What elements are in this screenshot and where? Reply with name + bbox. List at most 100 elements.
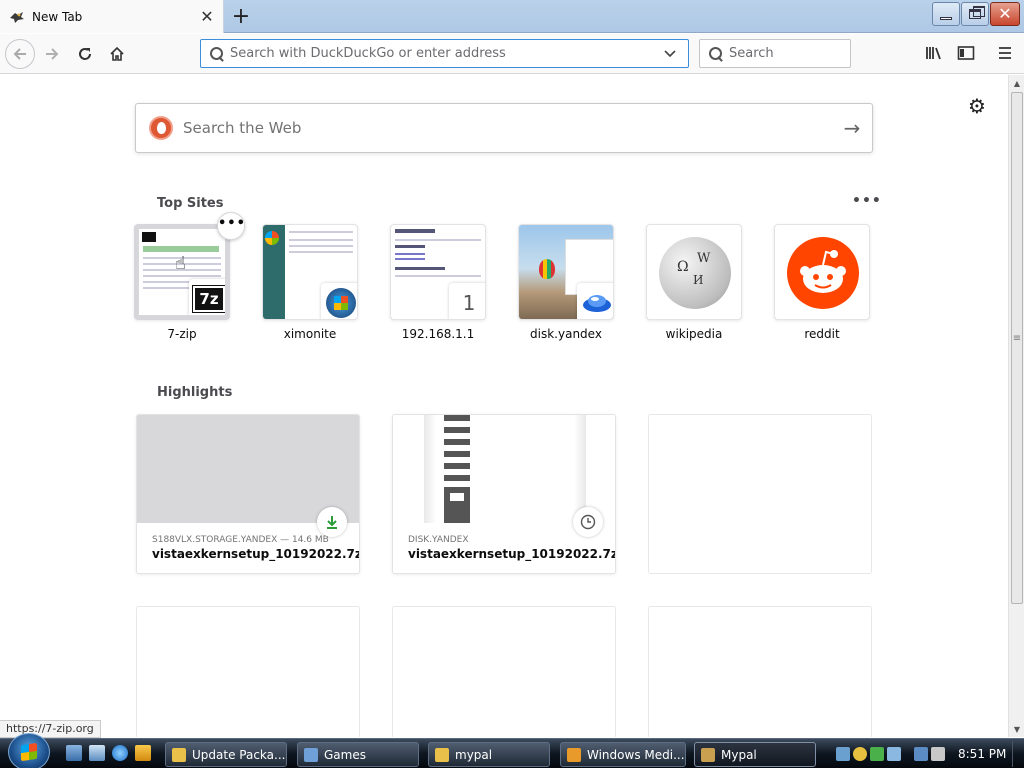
duckduckgo-logo-icon: [149, 116, 173, 140]
top-site-reddit[interactable]: reddit: [768, 224, 876, 348]
site-thumbnail: [774, 224, 870, 320]
restore-button[interactable]: [961, 2, 989, 26]
show-desktop-button[interactable]: [1012, 741, 1022, 767]
clock-icon: [573, 507, 603, 537]
taskbar-button-update-packages[interactable]: Update Packa...: [165, 742, 287, 767]
mypal-favicon-icon: [9, 9, 25, 25]
media-player-icon[interactable]: [135, 745, 151, 761]
start-button[interactable]: [8, 733, 50, 768]
url-input[interactable]: [230, 46, 658, 61]
system-tray: [836, 739, 945, 768]
site-label: ximonite: [283, 327, 337, 341]
restore-icon: [969, 6, 985, 19]
show-desktop-icon[interactable]: [66, 745, 82, 761]
taskbar-button-games[interactable]: Games: [297, 742, 419, 767]
site-thumbnail: 7z ☝: [134, 224, 230, 320]
hand-cursor-icon: ☝: [175, 253, 186, 274]
site-label: disk.yandex: [530, 327, 602, 341]
top-site-wikipedia[interactable]: Ω W И wikipedia: [640, 224, 748, 348]
site-label: reddit: [804, 327, 840, 341]
close-icon: ✕: [998, 4, 1012, 23]
library-icon[interactable]: [923, 42, 945, 64]
chevron-down-icon[interactable]: [658, 49, 682, 58]
back-button[interactable]: [5, 39, 35, 69]
taskbar-clock[interactable]: 8:51 PM: [958, 739, 1006, 768]
site-context-menu-button[interactable]: •••: [217, 212, 245, 240]
new-tab-button[interactable]: +: [229, 4, 253, 29]
minimize-button[interactable]: [932, 2, 960, 26]
sidebar-icon[interactable]: [955, 42, 977, 64]
highlight-card[interactable]: S188VLX.STORAGE.YANDEX — 14.6 MB vistaex…: [136, 414, 360, 574]
new-tab-page: ⚙ → Top Sites ••• 7z ☝ 7-zip •••: [0, 75, 1008, 737]
close-tab-icon[interactable]: ✕: [195, 5, 219, 29]
taskbar-button-mypal-folder[interactable]: mypal: [428, 742, 550, 767]
top-site-ximonite[interactable]: ximonite: [256, 224, 364, 348]
window-controls: ✕: [932, 2, 1020, 26]
app-tray-icon[interactable]: [887, 747, 901, 761]
games-icon: [304, 747, 318, 762]
highlight-placeholder: [136, 606, 360, 737]
site-thumbnail: 1: [390, 224, 486, 320]
internet-explorer-icon[interactable]: [112, 745, 128, 761]
top-site-disk-yandex[interactable]: disk.yandex: [512, 224, 620, 348]
taskbar: Update Packa... Games mypal Windows Medi…: [0, 733, 1024, 768]
wikipedia-globe-icon: Ω W И: [659, 237, 731, 309]
forward-button[interactable]: [37, 39, 67, 69]
scroll-up-arrow-icon[interactable]: ▲: [1009, 75, 1024, 91]
tab-strip: New Tab ✕ + ✕: [0, 0, 1024, 33]
search-input[interactable]: [729, 46, 839, 61]
network-tray-icon[interactable]: [836, 747, 850, 761]
update-tray-icon[interactable]: [870, 747, 884, 761]
search-icon: [709, 46, 723, 61]
site-thumbnail: [262, 224, 358, 320]
taskbar-button-mypal[interactable]: Mypal: [694, 742, 816, 767]
reload-button[interactable]: [70, 39, 100, 69]
site-label: 7-zip: [167, 327, 197, 341]
url-bar[interactable]: [200, 39, 689, 68]
highlight-placeholder: [648, 606, 872, 737]
search-icon: [210, 46, 224, 61]
web-search-box[interactable]: →: [135, 103, 873, 153]
arrow-right-icon: [46, 48, 59, 60]
site-label: wikipedia: [665, 327, 723, 341]
search-bar[interactable]: [699, 39, 851, 68]
switch-windows-icon[interactable]: [89, 745, 105, 761]
scroll-thumb[interactable]: [1011, 92, 1023, 604]
7zip-logo-icon: 7z: [189, 279, 225, 315]
navigation-toolbar: [0, 34, 1024, 74]
top-site-192-168-1-1[interactable]: 1 192.168.1.1: [384, 224, 492, 348]
download-icon: [317, 507, 347, 537]
balloon-icon: [539, 259, 555, 279]
monitor-network-icon[interactable]: [914, 747, 928, 761]
scroll-down-arrow-icon[interactable]: ▼: [1009, 721, 1024, 737]
close-window-button[interactable]: ✕: [990, 2, 1020, 26]
site-thumbnail: Ω W И: [646, 224, 742, 320]
gear-icon[interactable]: ⚙: [966, 95, 988, 117]
tab-new-tab[interactable]: New Tab ✕: [0, 0, 224, 33]
security-shield-icon[interactable]: [853, 747, 867, 761]
reddit-logo-icon: [787, 237, 859, 309]
folder-icon: [435, 747, 449, 762]
top-sites-title: Top Sites: [157, 196, 224, 211]
highlights-title: Highlights: [157, 385, 233, 400]
highlight-card[interactable]: DISK.YANDEX vistaexkernsetup_10192022.7z…: [392, 414, 616, 574]
home-button[interactable]: [102, 39, 132, 69]
zip-archive-icon: [444, 415, 470, 495]
highlight-placeholder: [648, 414, 872, 574]
volume-muted-icon[interactable]: [931, 747, 945, 761]
more-options-icon[interactable]: •••: [852, 193, 882, 209]
home-icon: [110, 46, 124, 61]
web-search-input[interactable]: [183, 119, 832, 137]
vertical-scrollbar[interactable]: ▲ ▼: [1008, 75, 1024, 737]
site-initial-badge: 1: [449, 283, 485, 319]
taskbar-button-windows-media[interactable]: Windows Medi...: [560, 742, 686, 767]
site-label: 192.168.1.1: [401, 327, 475, 341]
windows-logo-icon: [321, 283, 357, 319]
arrow-right-icon[interactable]: →: [832, 116, 872, 140]
folder-icon: [172, 747, 186, 762]
hamburger-menu-icon[interactable]: [994, 42, 1016, 64]
top-site-7zip[interactable]: 7z ☝ 7-zip: [128, 224, 236, 348]
tab-title: New Tab: [32, 9, 83, 24]
highlight-title: vistaexkernsetup_10192022.7z ...: [408, 547, 615, 561]
site-thumbnail: [518, 224, 614, 320]
